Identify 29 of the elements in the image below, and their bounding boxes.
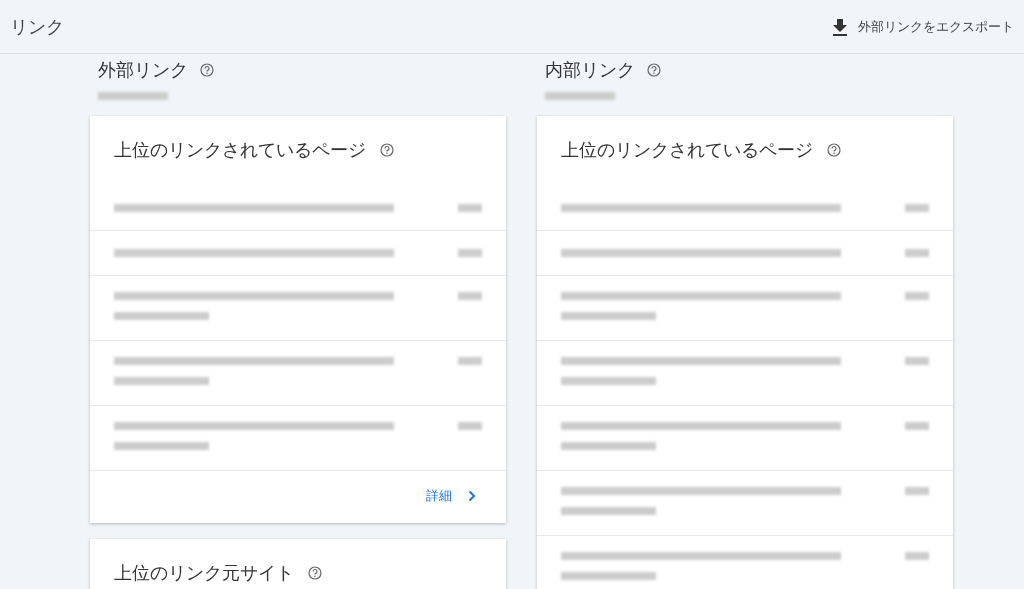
help-icon[interactable] xyxy=(827,143,841,157)
help-icon[interactable] xyxy=(200,63,214,77)
redacted-text xyxy=(905,292,929,300)
chevron-right-icon xyxy=(468,490,476,502)
redacted-text xyxy=(458,292,482,300)
section-title: 外部リンク xyxy=(98,58,188,82)
help-icon[interactable] xyxy=(380,143,394,157)
redacted-text xyxy=(905,422,929,430)
help-icon[interactable] xyxy=(647,63,661,77)
download-icon xyxy=(832,17,848,36)
redacted-text xyxy=(905,204,929,212)
redacted-text xyxy=(458,249,482,257)
redacted-text xyxy=(458,422,482,430)
redacted-text xyxy=(905,487,929,495)
redacted-text xyxy=(905,357,929,365)
export-button[interactable]: 外部リンクをエクスポート xyxy=(832,13,1014,40)
redacted-text xyxy=(545,92,615,100)
section-title: 内部リンク xyxy=(545,58,635,82)
card-title: 上位のリンク元サイト xyxy=(114,561,294,585)
redacted-text xyxy=(905,249,929,257)
redacted-text xyxy=(458,204,482,212)
redacted-text xyxy=(905,552,929,560)
redacted-text xyxy=(98,92,168,100)
card-title: 上位のリンクされているページ xyxy=(561,138,813,162)
details-link[interactable]: 詳細 xyxy=(426,487,476,505)
card-title: 上位のリンクされているページ xyxy=(114,138,366,162)
page-title: リンク xyxy=(10,14,64,39)
redacted-text xyxy=(458,357,482,365)
help-icon[interactable] xyxy=(308,566,322,580)
